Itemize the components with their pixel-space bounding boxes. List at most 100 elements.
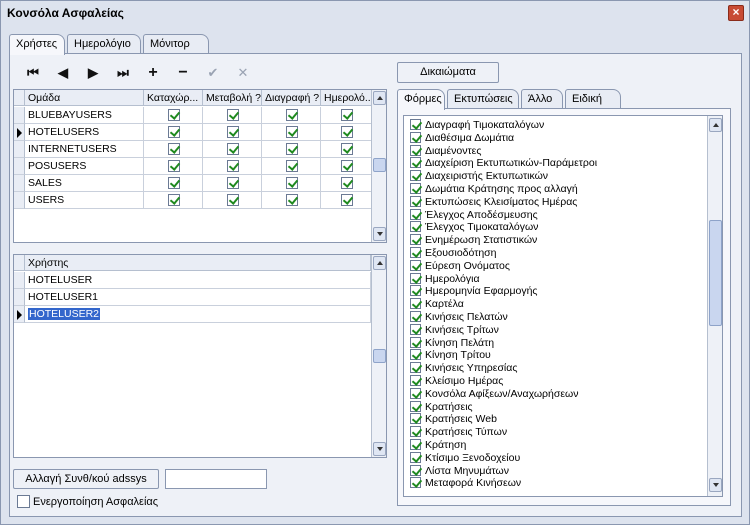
scroll-down-icon[interactable]: [373, 227, 386, 241]
permission-cell-insert[interactable]: [144, 141, 203, 158]
checkbox-checked[interactable]: [410, 362, 421, 374]
scroll-up-icon[interactable]: [373, 91, 386, 105]
checkbox-checked[interactable]: [410, 157, 421, 169]
permission-cell-edit[interactable]: [203, 141, 262, 158]
group-name-cell[interactable]: SALES: [25, 175, 144, 192]
scroll-thumb[interactable]: [709, 220, 722, 326]
permission-cell-insert[interactable]: [144, 158, 203, 175]
password-field[interactable]: [165, 469, 267, 489]
users-scrollbar[interactable]: [371, 255, 386, 457]
checkbox-checked[interactable]: [341, 177, 353, 189]
checkbox-checked[interactable]: [410, 170, 421, 182]
last-record-button[interactable]: ⏭: [113, 65, 133, 81]
checkbox-checked[interactable]: [227, 194, 239, 206]
column-edit[interactable]: Μεταβολή ?: [203, 90, 262, 106]
checkbox-checked[interactable]: [410, 259, 421, 271]
group-name-cell[interactable]: BLUEBAYUSERS: [25, 107, 144, 124]
checkbox-checked[interactable]: [410, 477, 421, 489]
tab-other[interactable]: Άλλο: [521, 89, 563, 109]
checkbox-checked[interactable]: [341, 194, 353, 206]
user-row[interactable]: HOTELUSER1: [25, 289, 371, 306]
permission-cell-edit[interactable]: [203, 192, 262, 209]
checkbox-checked[interactable]: [410, 247, 421, 258]
checkbox-checked[interactable]: [286, 194, 298, 206]
checkbox-checked[interactable]: [410, 285, 421, 297]
cancel-edit-button[interactable]: ✕: [233, 65, 253, 81]
column-delete[interactable]: Διαγραφή ?: [262, 90, 321, 106]
checkbox-checked[interactable]: [410, 336, 421, 348]
tab-special[interactable]: Ειδική: [565, 89, 621, 109]
checkbox-checked[interactable]: [410, 272, 421, 284]
permission-cell-delete[interactable]: [262, 158, 321, 175]
permission-cell-log[interactable]: [321, 158, 372, 175]
rights-button[interactable]: Δικαιώματα: [397, 62, 499, 83]
prev-record-button[interactable]: ◀: [53, 65, 73, 81]
checkbox-checked[interactable]: [341, 126, 353, 138]
checkbox-checked[interactable]: [286, 160, 298, 172]
checkbox-checked[interactable]: [410, 234, 421, 246]
add-record-button[interactable]: +: [143, 65, 163, 81]
permission-cell-delete[interactable]: [262, 107, 321, 124]
permission-cell-edit[interactable]: [203, 175, 262, 192]
checkbox-checked[interactable]: [227, 126, 239, 138]
checkbox-checked[interactable]: [286, 177, 298, 189]
permission-cell-log[interactable]: [321, 124, 372, 141]
permission-cell-log[interactable]: [321, 107, 372, 124]
scroll-up-icon[interactable]: [373, 256, 386, 270]
checkbox-checked[interactable]: [410, 221, 421, 233]
tab-reports[interactable]: Εκτυπώσεις: [447, 89, 519, 109]
checkbox-checked[interactable]: [410, 119, 421, 130]
checkbox-checked[interactable]: [286, 126, 298, 138]
checkbox-checked[interactable]: [286, 143, 298, 155]
checkbox-checked[interactable]: [168, 143, 180, 155]
change-password-button[interactable]: Αλλαγή Συνθ/κού adssys: [13, 469, 159, 489]
group-name-cell[interactable]: HOTELUSERS: [25, 124, 144, 141]
checkbox-checked[interactable]: [168, 194, 180, 206]
groups-scrollbar[interactable]: [371, 90, 386, 242]
column-log[interactable]: Ημερολό...: [321, 90, 372, 106]
permission-cell-log[interactable]: [321, 141, 372, 158]
tab-monitor[interactable]: Μόνιτορ: [143, 34, 209, 54]
checkbox-checked[interactable]: [410, 426, 421, 438]
permission-cell-delete[interactable]: [262, 192, 321, 209]
scroll-down-icon[interactable]: [373, 442, 386, 456]
group-name-cell[interactable]: USERS: [25, 192, 144, 209]
checkbox-checked[interactable]: [410, 131, 421, 143]
permission-cell-edit[interactable]: [203, 158, 262, 175]
checkbox-checked[interactable]: [227, 177, 239, 189]
user-row[interactable]: HOTELUSER: [25, 272, 371, 289]
checkbox-checked[interactable]: [410, 183, 421, 194]
checkbox-checked[interactable]: [410, 451, 421, 463]
permission-cell-log[interactable]: [321, 192, 372, 209]
checkbox-checked[interactable]: [168, 177, 180, 189]
checkbox-checked[interactable]: [168, 160, 180, 172]
checkbox-checked[interactable]: [341, 109, 353, 121]
checkbox-checked[interactable]: [410, 387, 421, 399]
permission-cell-delete[interactable]: [262, 175, 321, 192]
checkbox-checked[interactable]: [286, 109, 298, 121]
checkbox-checked[interactable]: [410, 311, 421, 322]
post-button[interactable]: ✔: [203, 65, 223, 81]
checkbox-checked[interactable]: [227, 109, 239, 121]
checkbox-checked[interactable]: [227, 143, 239, 155]
checkbox-checked[interactable]: [410, 195, 421, 207]
enable-security-checkbox[interactable]: [17, 495, 30, 508]
permission-cell-edit[interactable]: [203, 107, 262, 124]
next-record-button[interactable]: ▶: [83, 65, 103, 81]
scroll-up-icon[interactable]: [709, 118, 722, 132]
tab-forms[interactable]: Φόρμες: [397, 89, 445, 110]
column-user[interactable]: Χρήστης: [25, 255, 371, 271]
permission-cell-insert[interactable]: [144, 124, 203, 141]
permission-cell-delete[interactable]: [262, 141, 321, 158]
group-name-cell[interactable]: POSUSERS: [25, 158, 144, 175]
tab-log[interactable]: Ημερολόγιο: [67, 34, 141, 54]
checkbox-checked[interactable]: [410, 144, 421, 156]
scroll-down-icon[interactable]: [709, 478, 722, 492]
permission-cell-insert[interactable]: [144, 175, 203, 192]
close-button[interactable]: ×: [728, 5, 744, 21]
checkbox-checked[interactable]: [168, 109, 180, 121]
column-insert[interactable]: Καταχώρ...: [144, 90, 203, 106]
checkbox-checked[interactable]: [410, 208, 421, 220]
forms-scrollbar[interactable]: [707, 116, 722, 496]
checkbox-checked[interactable]: [410, 464, 421, 476]
